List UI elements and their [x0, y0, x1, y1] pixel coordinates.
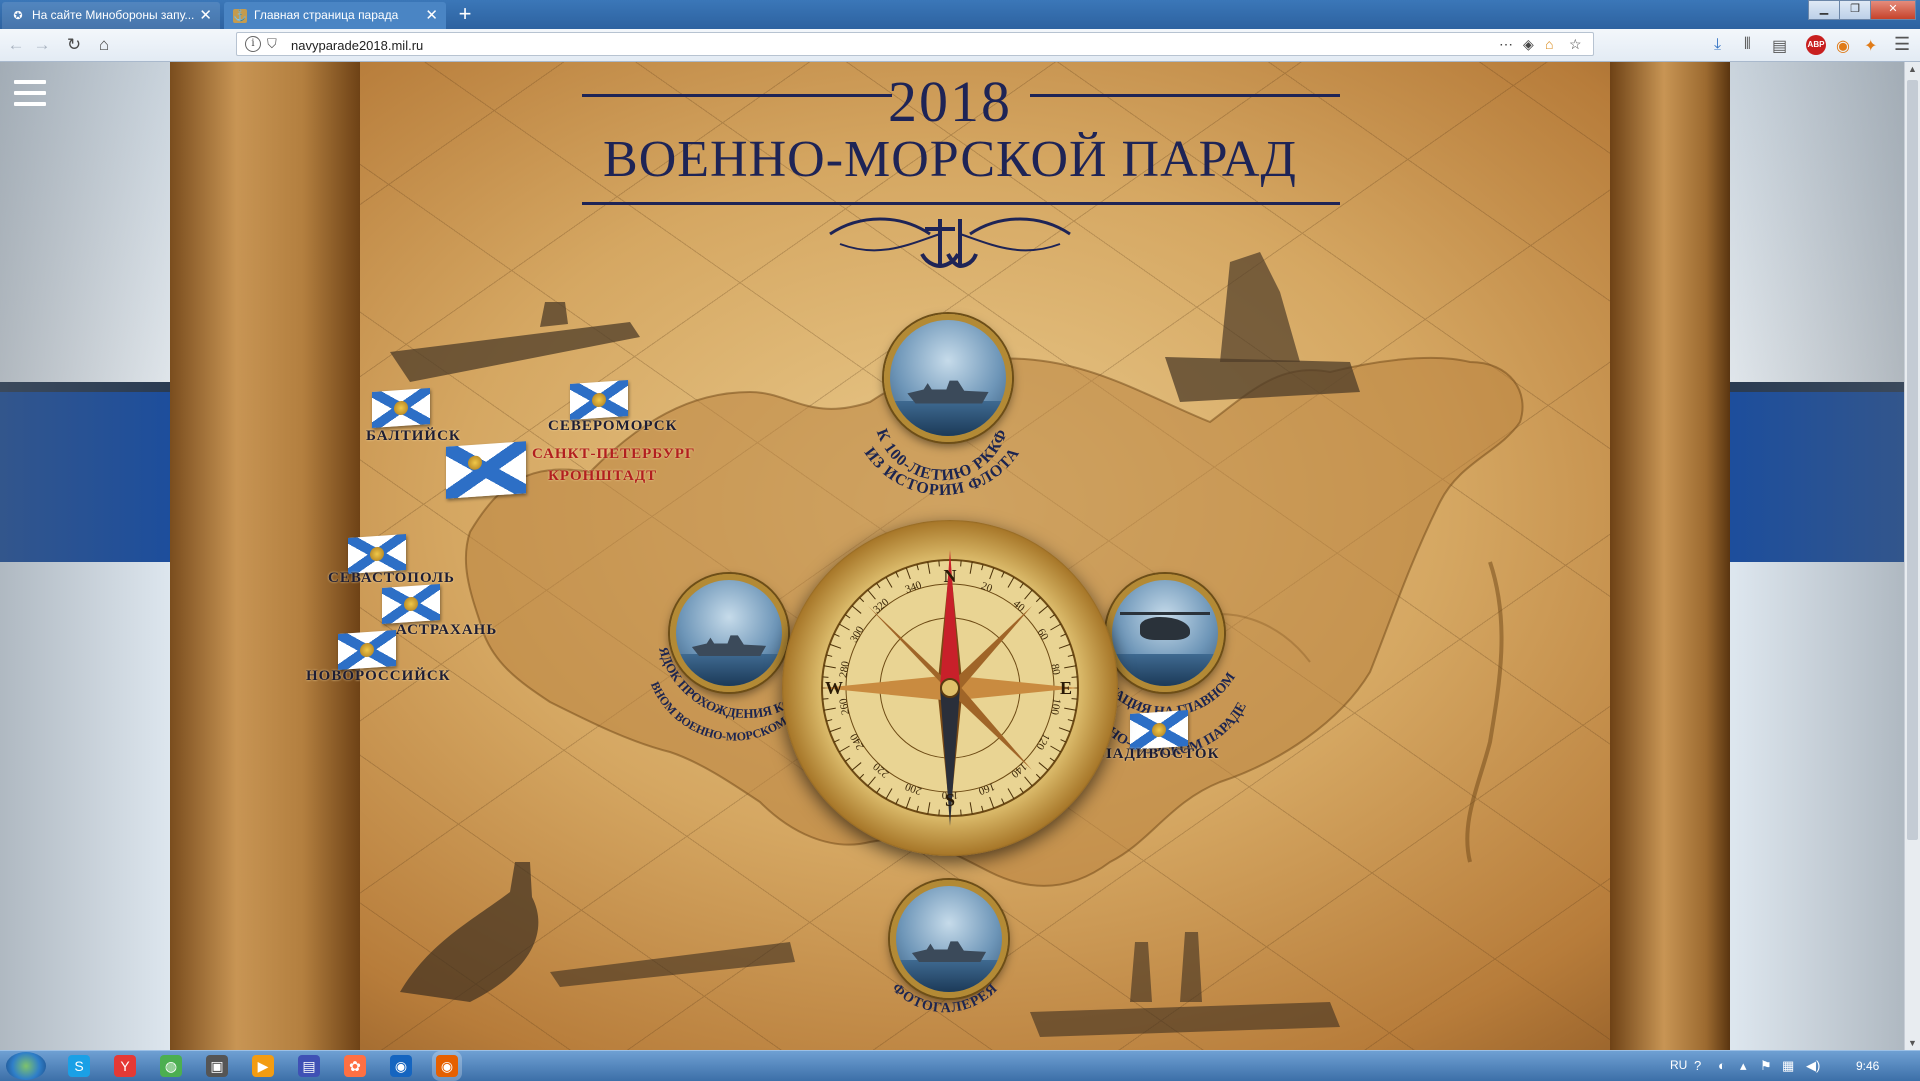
browser-menu-icon[interactable]: ☰	[1894, 34, 1910, 55]
page-actions-icon[interactable]: ⋯	[1499, 36, 1513, 53]
volume-icon[interactable]: ◀)	[1806, 1058, 1820, 1074]
app-icon[interactable]: ▣	[206, 1055, 228, 1077]
minimize-window-button[interactable]: ▁	[1808, 0, 1840, 20]
compass-east-label: E	[1060, 678, 1072, 698]
svg-text:ФОТОГАЛЕРЕЯ: ФОТОГАЛЕРЕЯ	[889, 981, 1001, 1016]
downloads-icon[interactable]: ⤓	[1714, 36, 1721, 54]
firefox-taskbar-icon[interactable]: ◉	[436, 1055, 458, 1077]
close-tab-icon[interactable]: ✕	[199, 2, 212, 29]
scrollbar-thumb[interactable]	[1907, 80, 1918, 840]
left-backdrop	[0, 62, 170, 1050]
tab-parade-home[interactable]: ⚓ Главная страница парада ✕	[224, 2, 446, 29]
scroll-down-icon[interactable]: ▼	[1908, 1038, 1917, 1048]
chrome-icon[interactable]: ◍	[160, 1055, 182, 1077]
tab-title: На сайте Минобороны запу...	[32, 8, 195, 22]
mil-favicon-icon: ✪	[13, 10, 23, 22]
city-baltiysk[interactable]: БАЛТИЙСК	[366, 428, 461, 445]
tracking-shield-icon[interactable]: ⛉	[267, 36, 277, 52]
reload-icon[interactable]: ↻	[62, 33, 86, 57]
close-window-button[interactable]: ✕	[1870, 0, 1916, 20]
browser-app-icon[interactable]: ◉	[390, 1055, 412, 1077]
scroll-up-icon[interactable]: ▲	[1908, 64, 1917, 74]
flag-sevastopol-icon[interactable]	[348, 533, 406, 575]
city-novorossiysk[interactable]: НОВОРОССИЙСК	[306, 668, 451, 685]
yandex-browser-icon[interactable]: Y	[114, 1055, 136, 1077]
tray-expand-icon[interactable]: ▴	[1740, 1058, 1747, 1074]
compass-west-label: W	[825, 678, 843, 698]
city-kronshtadt[interactable]: КРОНШТАДТ	[548, 468, 657, 485]
back-arrow-icon[interactable]: ←	[4, 33, 28, 57]
save-disk-icon[interactable]: ▤	[298, 1055, 320, 1077]
flag-vladivostok-icon[interactable]	[1130, 709, 1188, 751]
new-tab-button[interactable]: +	[454, 2, 476, 26]
city-astrakhan[interactable]: АСТРАХАНЬ	[396, 622, 497, 639]
skype-icon[interactable]: S	[68, 1055, 90, 1077]
city-spb[interactable]: САНКТ-ПЕТЕРБУРГ	[532, 446, 695, 463]
flag-tray-icon[interactable]: ⚑	[1760, 1058, 1772, 1074]
parade-favicon-icon: ⚓	[233, 9, 247, 23]
window-controls: ▁ ❐ ✕	[1808, 0, 1916, 20]
battleship-image	[1030, 1002, 1340, 1037]
right-backdrop	[1734, 62, 1904, 1050]
page-viewport: 2018 ВОЕННО-МОРСКОЙ ПАРАД ИЗ ИСТОРИИ ФЛО…	[0, 62, 1904, 1050]
windows-taskbar: S Y ◍ ▣ ▶ ▤ ✿ ◉ ◉ RU ? ◐ ▴ ⚑ ▦ ◀) 9:46	[0, 1050, 1920, 1081]
network-icon[interactable]: ▦	[1782, 1058, 1794, 1074]
help-icon[interactable]: ?	[1694, 1058, 1701, 1073]
flag-novorossiysk-icon[interactable]	[338, 629, 396, 671]
map-layer: 2018 ВОЕННО-МОРСКОЙ ПАРАД ИЗ ИСТОРИИ ФЛО…	[170, 62, 1730, 1050]
site-info-icon[interactable]: i	[245, 36, 261, 52]
flag-severomorsk-icon[interactable]	[570, 379, 628, 421]
keyboard-language[interactable]: RU	[1670, 1058, 1687, 1072]
site-menu-icon[interactable]	[14, 80, 46, 106]
svg-text:НА ГЛАВНОМ ВОЕННО-МОРСКОМ ПАРА: НА ГЛАВНОМ ВОЕННО-МОРСКОМ ПАРАДЕ	[620, 582, 800, 744]
page-scrollbar[interactable]: ▲ ▼	[1904, 62, 1920, 1050]
city-severomorsk[interactable]: СЕВЕРОМОРСК	[548, 418, 677, 435]
adblock-plus-icon[interactable]: ABP	[1806, 35, 1826, 55]
firefox-account-icon[interactable]: ◉	[1836, 36, 1850, 56]
taskbar-clock[interactable]: 9:46	[1856, 1059, 1879, 1073]
sub-fleet-image	[400, 862, 539, 1002]
browser-nav-bar: ← → ↻ ⌂ i ⛉ ⋯ ◈ ⌂ ☆ ⤓ ⫴ ▤ ABP ◉ ✦ ☰	[0, 29, 1920, 62]
windows-start-icon[interactable]	[6, 1052, 46, 1080]
flag-spb-icon[interactable]	[446, 441, 526, 499]
compass-south-label: S	[945, 790, 955, 810]
flag-astrakhan-icon[interactable]	[382, 583, 440, 625]
sidebar-icon[interactable]: ▤	[1772, 36, 1787, 56]
restore-window-button[interactable]: ❐	[1839, 0, 1871, 20]
address-bar[interactable]: i ⛉ ⋯ ◈ ⌂ ☆	[236, 32, 1594, 56]
extension-icon[interactable]: ✦	[1864, 36, 1877, 56]
tab-news[interactable]: ✪ На сайте Минобороны запу... ✕	[2, 2, 220, 29]
compass-dial: 0204060801001201401601802002202402602803…	[821, 550, 1079, 826]
url-input[interactable]	[289, 35, 1193, 55]
close-tab-icon[interactable]: ✕	[425, 2, 438, 29]
media-player-icon[interactable]: ▶	[252, 1055, 274, 1077]
tab-title: Главная страница парада	[254, 8, 399, 22]
compass-rose[interactable]: 0204060801001201401601802002202402602803…	[782, 520, 1118, 856]
submarine-image	[390, 322, 640, 382]
browser-tab-bar: ✪ На сайте Минобороны запу... ✕ ⚓ Главна…	[0, 0, 1920, 29]
bookmark-star-icon[interactable]: ☆	[1569, 36, 1582, 53]
library-icon[interactable]: ⫴	[1744, 36, 1751, 54]
anchor-ornament-icon	[829, 217, 1071, 269]
gallery-medallion-label[interactable]: ФОТОГАЛЕРЕЯ	[850, 932, 1040, 1042]
utility-icon[interactable]: ✿	[344, 1055, 366, 1077]
extension-home-icon[interactable]: ⌂	[1545, 36, 1553, 52]
parchment-map: 2018 ВОЕННО-МОРСКОЙ ПАРАД ИЗ ИСТОРИИ ФЛО…	[170, 62, 1730, 1050]
flag-baltiysk-icon[interactable]	[372, 387, 430, 429]
home-icon[interactable]: ⌂	[92, 33, 116, 57]
tray-app-icon[interactable]: ◐	[1718, 1058, 1726, 1073]
compass-north-label: N	[944, 566, 957, 586]
pocket-icon[interactable]: ◈	[1523, 36, 1534, 53]
page-title: ВОЕННО-МОРСКОЙ ПАРАД	[603, 131, 1297, 188]
history-medallion-label[interactable]: ИЗ ИСТОРИИ ФЛОТА К 100-ЛЕТИЮ РККФ	[832, 362, 1052, 522]
forward-arrow-icon[interactable]: →	[30, 33, 54, 57]
page-year: 2018	[888, 69, 1012, 134]
